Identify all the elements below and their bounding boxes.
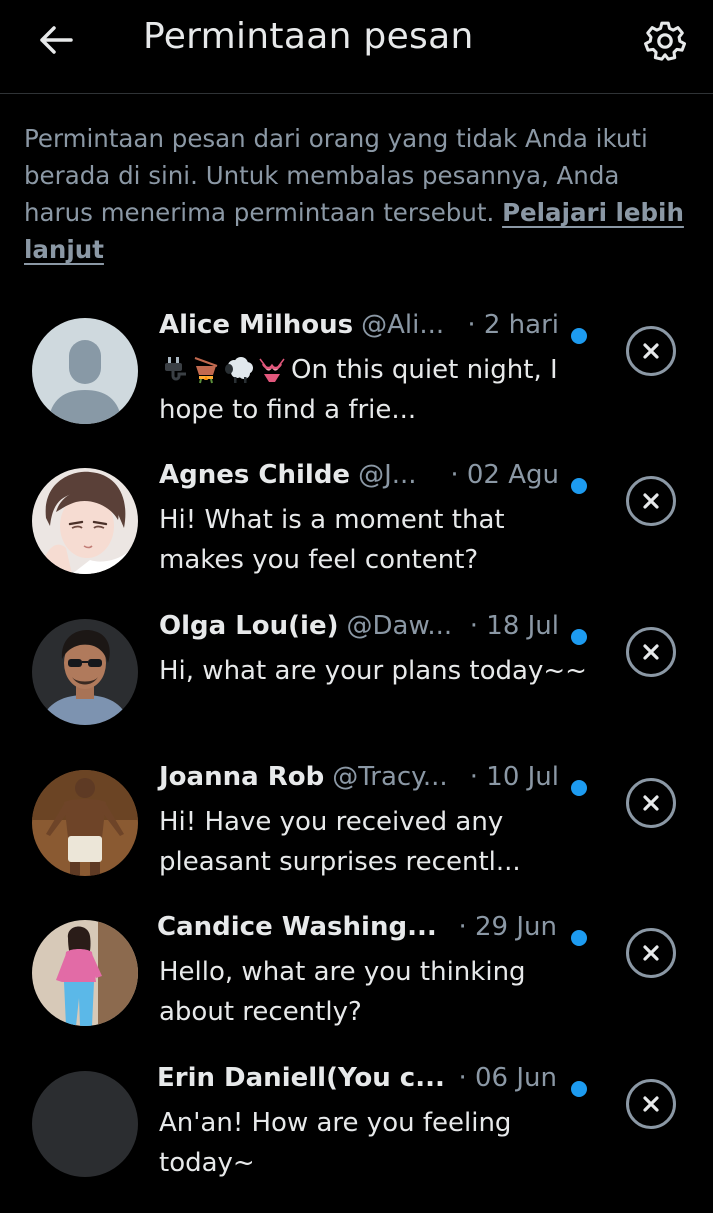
request-header: Alice Milhous @Ali... · 2 hari	[159, 310, 559, 350]
unread-indicator	[571, 328, 587, 344]
sender-name: Olga Lou(ie)	[159, 611, 339, 641]
message-request-item[interactable]: Alice Milhous @Ali... · 2 hari On this q…	[0, 310, 713, 460]
close-icon	[643, 1096, 659, 1112]
message-request-item[interactable]: Candice Washing... · 29 Jun Hello, what …	[0, 912, 713, 1062]
message-request-item[interactable]: Olga Lou(ie) @Daw... · 18 Jul Hi, what a…	[0, 611, 713, 761]
avatar	[32, 1071, 138, 1177]
message-request-item[interactable]: Joanna Rob @Tracy... · 10 Jul Hi! Have y…	[0, 762, 713, 912]
default-profile-icon	[32, 318, 138, 424]
sender-name: Agnes Childe	[159, 460, 351, 490]
sender-handle: @Tracy...	[332, 762, 448, 792]
message-request-item[interactable]: Agnes Childe @J... · 02 Agu Hi! What is …	[0, 460, 713, 610]
request-header: Agnes Childe @J... · 02 Agu	[159, 460, 559, 500]
avatar	[32, 468, 138, 574]
timestamp: · 18 Jul	[469, 611, 559, 641]
message-preview: On this quiet night, I hope to find a fr…	[159, 350, 589, 430]
bikini-icon	[259, 358, 285, 382]
arrow-left-icon	[40, 26, 73, 54]
message-preview: Hi, what are your plans today~~	[159, 656, 587, 686]
sender-name: Joanna Rob	[159, 762, 325, 792]
info-text: Permintaan pesan dari orang yang tidak A…	[24, 120, 692, 268]
close-icon	[643, 945, 659, 961]
unread-indicator	[571, 478, 587, 494]
timestamp: · 02 Agu	[450, 460, 559, 490]
hot-pot-icon	[194, 357, 218, 384]
timestamp: · 10 Jul	[469, 762, 559, 792]
avatar	[32, 619, 138, 725]
plug-icon	[165, 357, 186, 381]
message-preview: Hi! What is a moment that makes you feel…	[159, 505, 505, 575]
page-title: Permintaan pesan	[143, 16, 474, 57]
message-preview: Hello, what are you thinking about recen…	[159, 957, 526, 1027]
dismiss-button[interactable]	[626, 928, 676, 978]
message-preview: Hi! Have you received any pleasant surpr…	[159, 807, 521, 877]
close-icon	[643, 493, 659, 509]
man-sunglasses-photo	[32, 619, 138, 725]
unread-indicator	[571, 780, 587, 796]
request-header: Candice Washing... · 29 Jun	[157, 912, 557, 952]
unread-indicator	[571, 1081, 587, 1097]
woman-pink-shirt-photo	[32, 920, 138, 1026]
dismiss-button[interactable]	[626, 1079, 676, 1129]
dismiss-button[interactable]	[626, 326, 676, 376]
top-bar: Permintaan pesan	[0, 0, 713, 94]
request-header: Olga Lou(ie) @Daw... · 18 Jul	[159, 611, 559, 651]
gear-icon	[644, 21, 687, 61]
sender-handle: @J...	[358, 460, 417, 490]
sender-name: Candice Washing...	[157, 912, 437, 942]
close-icon	[643, 795, 659, 811]
emoji-group	[159, 354, 287, 384]
timestamp: · 29 Jun	[458, 912, 557, 942]
sender-name: Alice Milhous	[159, 310, 354, 340]
close-icon	[643, 644, 659, 660]
settings-button[interactable]	[640, 16, 690, 66]
unread-indicator	[571, 629, 587, 645]
anime-portrait-image	[32, 468, 138, 574]
avatar	[32, 318, 138, 424]
avatar	[32, 920, 138, 1026]
sender-name: Erin Daniell(You c...	[157, 1063, 445, 1093]
message-preview: An'an! How are you feeling today~	[159, 1108, 512, 1178]
timestamp: · 06 Jun	[458, 1063, 557, 1093]
dismiss-button[interactable]	[626, 627, 676, 677]
dismiss-button[interactable]	[626, 476, 676, 526]
sender-handle: @Daw...	[346, 611, 453, 641]
request-header: Joanna Rob @Tracy... · 10 Jul	[159, 762, 559, 802]
message-request-item[interactable]: Erin Daniell(You c... · 06 Jun An'an! Ho…	[0, 1063, 713, 1213]
dismiss-button[interactable]	[626, 778, 676, 828]
unread-indicator	[571, 930, 587, 946]
shirtless-man-photo	[32, 770, 138, 876]
request-header: Erin Daniell(You c... · 06 Jun	[157, 1063, 557, 1103]
sender-handle: @Ali...	[361, 310, 445, 340]
back-button[interactable]	[34, 20, 78, 60]
sheep-icon	[225, 357, 253, 383]
close-icon	[643, 343, 659, 359]
avatar	[32, 770, 138, 876]
timestamp: · 2 hari	[467, 310, 559, 340]
